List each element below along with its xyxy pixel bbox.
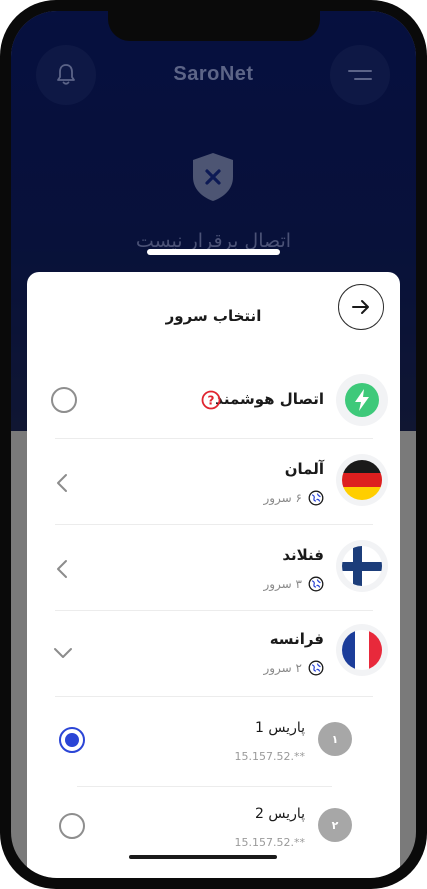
server-number-badge: ۲	[318, 808, 352, 842]
server-selection-sheet: انتخاب سرور اتصال هوشمند ? آلمان ۶ سرور …	[27, 272, 400, 878]
home-indicator[interactable]	[129, 855, 277, 859]
divider	[77, 786, 332, 787]
server-count-text: ۳ سرور	[263, 577, 302, 591]
server-count-text: ۶ سرور	[263, 491, 302, 505]
france-flag-icon	[342, 630, 382, 670]
notch	[108, 11, 320, 41]
server-globe-icon	[308, 576, 324, 592]
screen: SaroNet اتصال برقرار نیست انتخاب سرور ات…	[11, 11, 416, 878]
status-underline	[147, 249, 280, 255]
server-radio-selected[interactable]	[59, 727, 85, 753]
help-icon[interactable]: ?	[201, 390, 221, 410]
country-name: فنلاند	[282, 546, 324, 564]
server-ip: 15.157.52.**	[234, 750, 305, 763]
country-name: فرانسه	[269, 630, 324, 648]
server-row-paris-1[interactable]: ۱ پاریس 1 15.157.52.**	[27, 706, 400, 786]
smart-connect-icon-wrap	[336, 374, 388, 426]
server-number-badge: ۱	[318, 722, 352, 756]
server-count: ۲ سرور	[263, 660, 324, 676]
arrow-right-icon	[352, 300, 369, 314]
chevron-left-icon[interactable]	[55, 472, 69, 494]
server-name: پاریس 2	[254, 806, 305, 822]
smart-connect-row[interactable]: اتصال هوشمند ?	[27, 368, 400, 438]
germany-flag-wrap	[336, 454, 388, 506]
svg-text:?: ?	[208, 394, 215, 408]
divider	[55, 696, 373, 697]
smart-connect-label: اتصال هوشمند	[215, 390, 324, 408]
country-row-france[interactable]: فرانسه ۲ سرور	[27, 618, 400, 690]
france-flag-wrap	[336, 624, 388, 676]
finland-flag-icon	[342, 546, 382, 586]
phone-frame: SaroNet اتصال برقرار نیست انتخاب سرور ات…	[0, 0, 427, 889]
shield-disconnected-icon	[193, 153, 233, 201]
germany-flag-icon	[342, 460, 382, 500]
chevron-left-icon[interactable]	[55, 558, 69, 580]
divider	[55, 524, 373, 525]
menu-button[interactable]	[330, 45, 390, 105]
server-globe-icon	[308, 660, 324, 676]
server-count-text: ۲ سرور	[263, 661, 302, 675]
menu-icon	[348, 70, 372, 80]
smart-connect-radio[interactable]	[51, 387, 77, 413]
server-count: ۳ سرور	[263, 576, 324, 592]
divider	[55, 438, 373, 439]
chevron-down-icon[interactable]	[52, 646, 74, 660]
server-radio[interactable]	[59, 813, 85, 839]
back-button[interactable]	[338, 284, 384, 330]
finland-flag-wrap	[336, 540, 388, 592]
lightning-icon	[345, 383, 379, 417]
server-name: پاریس 1	[254, 720, 305, 736]
server-globe-icon	[308, 490, 324, 506]
country-row-finland[interactable]: فنلاند ۳ سرور	[27, 534, 400, 606]
server-ip: 15.157.52.**	[234, 836, 305, 849]
server-row-paris-2[interactable]: ۲ پاریس 2 15.157.52.**	[27, 792, 400, 872]
divider	[55, 610, 373, 611]
country-row-germany[interactable]: آلمان ۶ سرور	[27, 448, 400, 520]
server-count: ۶ سرور	[263, 490, 324, 506]
country-name: آلمان	[284, 460, 324, 478]
